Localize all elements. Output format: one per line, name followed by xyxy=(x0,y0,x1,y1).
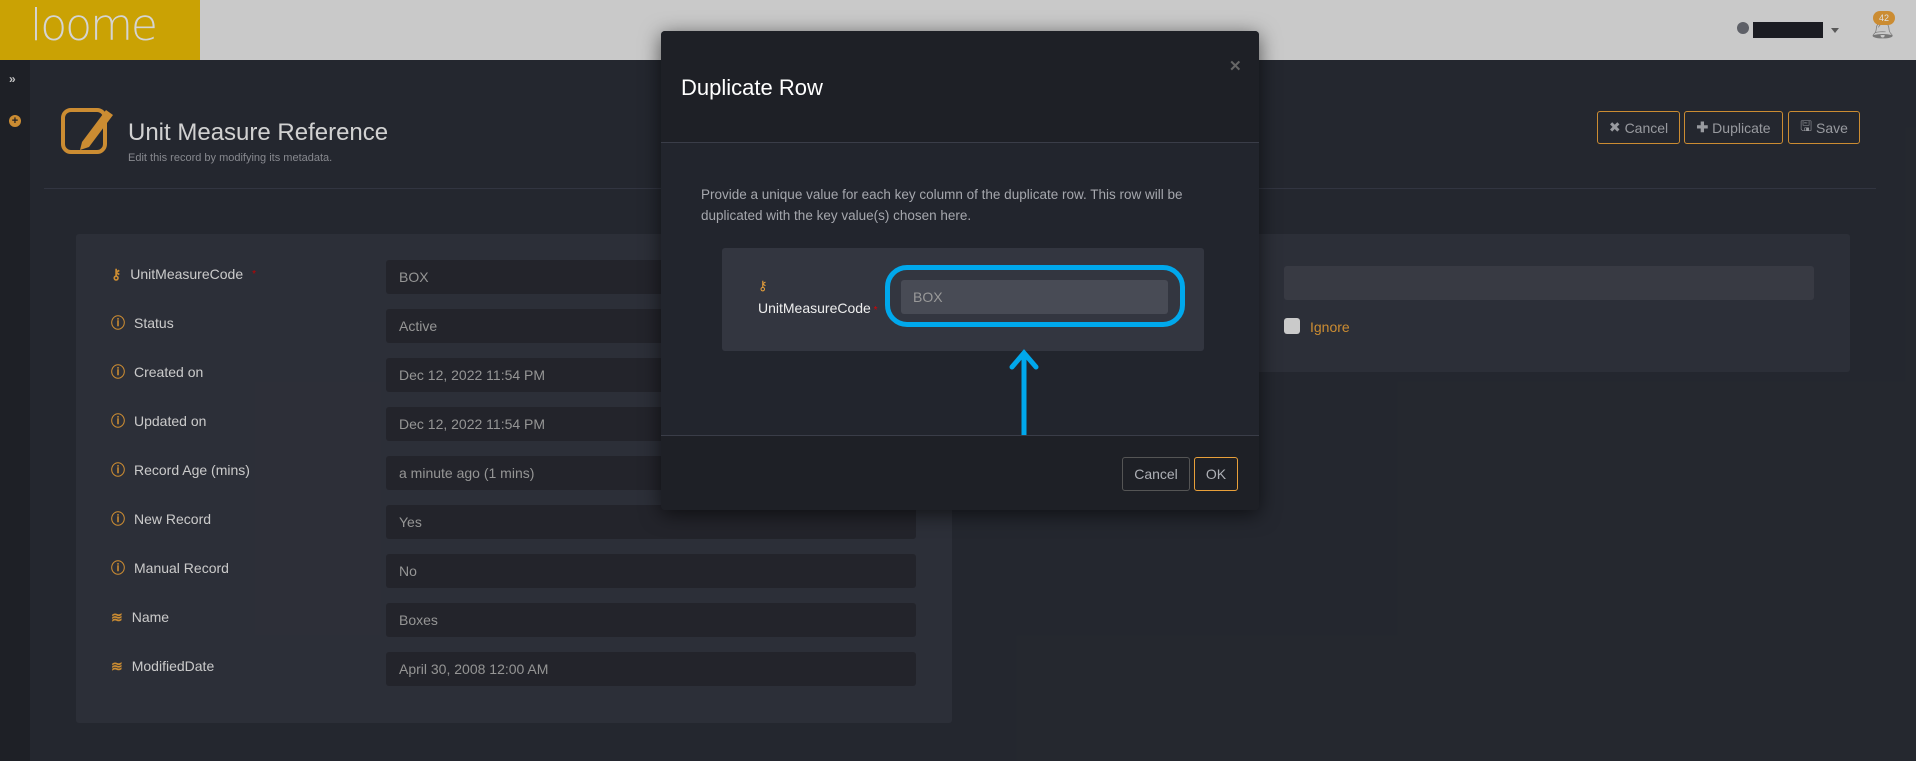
modal-ok-button[interactable]: OK xyxy=(1194,457,1238,491)
duplicate-row-modal: Duplicate Row ✕ Provide a unique value f… xyxy=(661,31,1259,510)
modal-description: Provide a unique value for each key colu… xyxy=(701,187,1183,223)
key-icon: ⚷ xyxy=(758,278,768,293)
modal-header-divider xyxy=(661,142,1259,143)
highlight-annotation xyxy=(885,265,1185,327)
modal-title: Duplicate Row xyxy=(681,75,823,100)
key-field-label: UnitMeasureCode * xyxy=(758,300,878,316)
close-icon[interactable]: ✕ xyxy=(1229,57,1242,75)
key-field-box: ⚷ UnitMeasureCode * BOX xyxy=(722,248,1204,351)
modal-cancel-button[interactable]: Cancel xyxy=(1122,457,1190,491)
